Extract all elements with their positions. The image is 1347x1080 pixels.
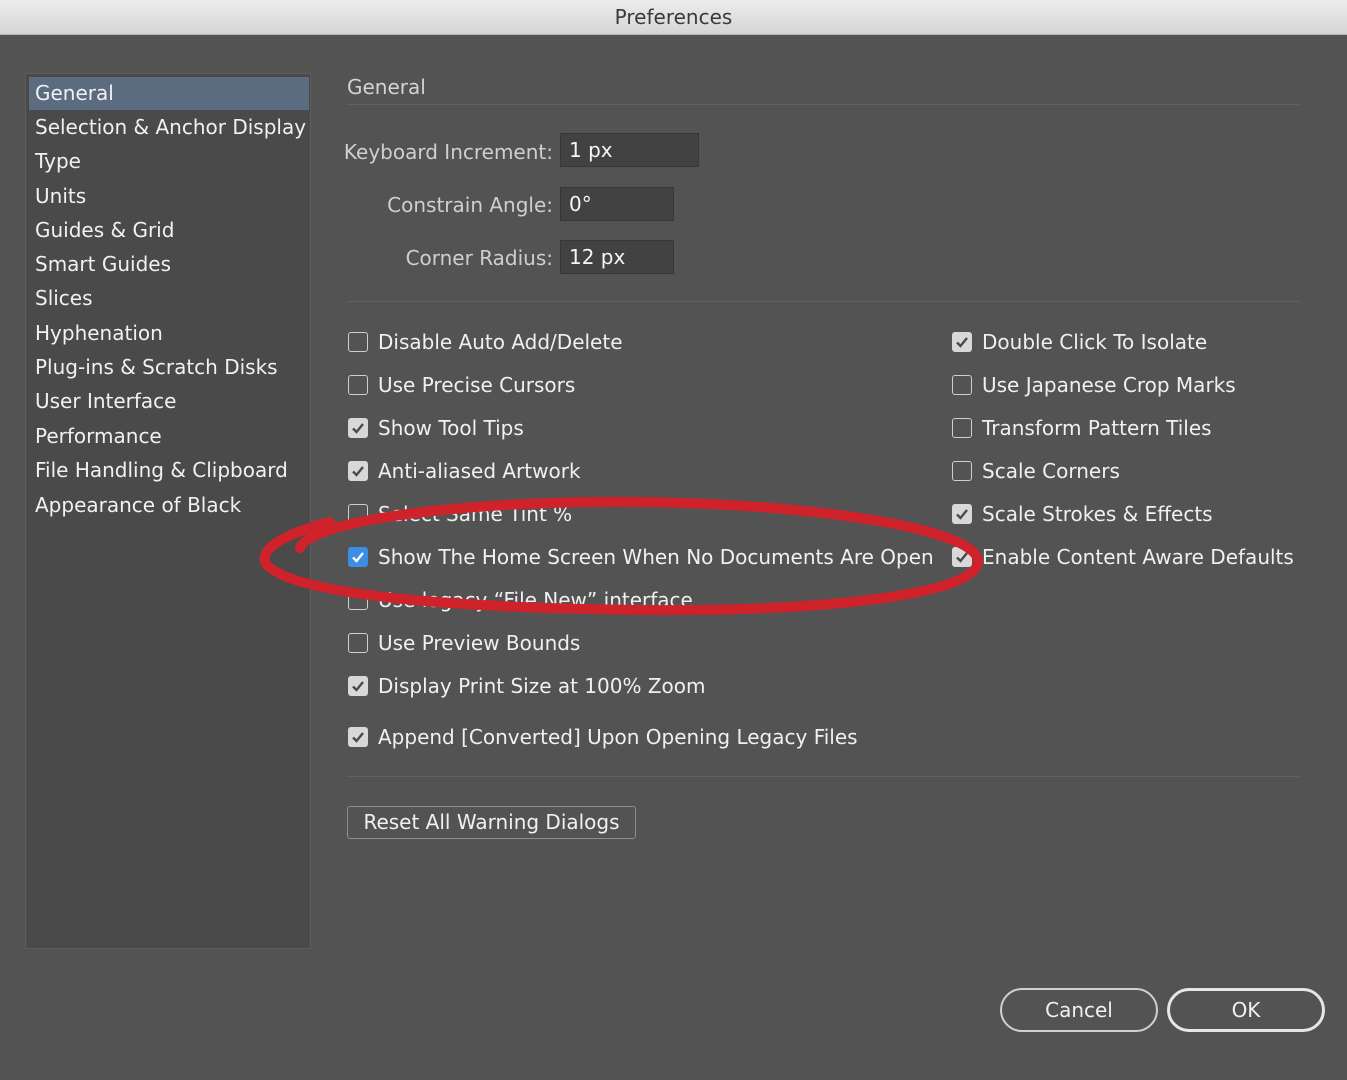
- enable-content-aware-defaults-option[interactable]: Enable Content Aware Defaults: [952, 542, 1294, 572]
- double-click-to-isolate-option[interactable]: Double Click To Isolate: [952, 327, 1207, 357]
- option-label: Use Precise Cursors: [378, 373, 576, 397]
- option-label: Select Same Tint %: [378, 502, 573, 526]
- checkbox[interactable]: [348, 547, 368, 567]
- checkbox[interactable]: [348, 676, 368, 696]
- option-label: Scale Corners: [982, 459, 1120, 483]
- divider: [347, 104, 1300, 105]
- sidebar-item-plugins-scratch-disks[interactable]: Plug-ins & Scratch Disks: [29, 351, 309, 384]
- checkbox[interactable]: [348, 461, 368, 481]
- sidebar-item-hyphenation[interactable]: Hyphenation: [29, 317, 309, 350]
- checkbox[interactable]: [952, 461, 972, 481]
- preferences-sidebar: General Selection & Anchor Display Type …: [25, 73, 311, 949]
- checkmark-icon: [956, 509, 968, 520]
- option-label: Use legacy “File New” interface: [378, 588, 693, 612]
- option-label: Use Japanese Crop Marks: [982, 373, 1236, 397]
- checkmark-icon: [352, 732, 364, 743]
- window-title: Preferences: [0, 0, 1347, 35]
- sidebar-item-units[interactable]: Units: [29, 180, 309, 213]
- sidebar-item-smart-guides[interactable]: Smart Guides: [29, 248, 309, 281]
- option-label: Append [Converted] Upon Opening Legacy F…: [378, 725, 858, 749]
- sidebar-item-file-handling-clipboard[interactable]: File Handling & Clipboard: [29, 454, 309, 487]
- checkmark-icon: [956, 337, 968, 348]
- disable-auto-add-delete-option[interactable]: Disable Auto Add/Delete: [348, 327, 623, 357]
- checkmark-icon: [352, 466, 364, 477]
- option-label: Enable Content Aware Defaults: [982, 545, 1294, 569]
- checkmark-icon: [352, 552, 364, 563]
- scale-corners-option[interactable]: Scale Corners: [952, 456, 1120, 486]
- section-title: General: [347, 75, 426, 99]
- scale-strokes-effects-option[interactable]: Scale Strokes & Effects: [952, 499, 1213, 529]
- divider: [347, 776, 1300, 777]
- sidebar-item-slices[interactable]: Slices: [29, 282, 309, 315]
- constrain-angle-label: Constrain Angle:: [387, 193, 553, 217]
- ok-button[interactable]: OK: [1167, 988, 1325, 1032]
- sidebar-item-type[interactable]: Type: [29, 145, 309, 178]
- constrain-angle-input[interactable]: 0°: [560, 187, 674, 221]
- use-preview-bounds-option[interactable]: Use Preview Bounds: [348, 628, 580, 658]
- option-label: Display Print Size at 100% Zoom: [378, 674, 706, 698]
- reset-all-warning-dialogs-button[interactable]: Reset All Warning Dialogs: [347, 806, 636, 839]
- use-japanese-crop-marks-option[interactable]: Use Japanese Crop Marks: [952, 370, 1236, 400]
- option-label: Scale Strokes & Effects: [982, 502, 1213, 526]
- checkbox[interactable]: [348, 418, 368, 438]
- checkbox[interactable]: [348, 504, 368, 524]
- transform-pattern-tiles-option[interactable]: Transform Pattern Tiles: [952, 413, 1212, 443]
- option-label: Use Preview Bounds: [378, 631, 581, 655]
- option-label: Show The Home Screen When No Documents A…: [378, 545, 934, 569]
- show-tool-tips-option[interactable]: Show Tool Tips: [348, 413, 524, 443]
- display-print-size-option[interactable]: Display Print Size at 100% Zoom: [348, 671, 706, 701]
- checkbox[interactable]: [348, 375, 368, 395]
- checkbox[interactable]: [348, 727, 368, 747]
- append-converted-option[interactable]: Append [Converted] Upon Opening Legacy F…: [348, 722, 858, 752]
- checkbox[interactable]: [952, 418, 972, 438]
- sidebar-item-selection-anchor-display[interactable]: Selection & Anchor Display: [29, 111, 309, 144]
- keyboard-increment-input[interactable]: 1 px: [560, 133, 699, 167]
- checkbox[interactable]: [952, 332, 972, 352]
- sidebar-item-performance[interactable]: Performance: [29, 420, 309, 453]
- cancel-button[interactable]: Cancel: [1000, 988, 1158, 1032]
- corner-radius-label: Corner Radius:: [405, 246, 553, 270]
- checkmark-icon: [956, 552, 968, 563]
- use-legacy-file-new-option[interactable]: Use legacy “File New” interface: [348, 585, 693, 615]
- corner-radius-input[interactable]: 12 px: [560, 240, 674, 274]
- option-label: Transform Pattern Tiles: [982, 416, 1212, 440]
- sidebar-item-general[interactable]: General: [29, 77, 309, 110]
- sidebar-item-appearance-of-black[interactable]: Appearance of Black: [29, 489, 309, 522]
- checkbox[interactable]: [348, 332, 368, 352]
- use-precise-cursors-option[interactable]: Use Precise Cursors: [348, 370, 575, 400]
- keyboard-increment-label: Keyboard Increment:: [343, 140, 553, 164]
- option-label: Double Click To Isolate: [982, 330, 1208, 354]
- divider: [347, 301, 1300, 302]
- option-label: Show Tool Tips: [378, 416, 524, 440]
- option-label: Disable Auto Add/Delete: [378, 330, 623, 354]
- sidebar-item-guides-grid[interactable]: Guides & Grid: [29, 214, 309, 247]
- checkmark-icon: [352, 681, 364, 692]
- checkbox[interactable]: [952, 504, 972, 524]
- select-same-tint-option[interactable]: Select Same Tint %: [348, 499, 572, 529]
- checkmark-icon: [352, 423, 364, 434]
- show-home-screen-option[interactable]: Show The Home Screen When No Documents A…: [348, 542, 934, 572]
- anti-aliased-artwork-option[interactable]: Anti-aliased Artwork: [348, 456, 581, 486]
- checkbox[interactable]: [952, 547, 972, 567]
- checkbox[interactable]: [348, 590, 368, 610]
- option-label: Anti-aliased Artwork: [378, 459, 581, 483]
- checkbox[interactable]: [952, 375, 972, 395]
- sidebar-item-user-interface[interactable]: User Interface: [29, 385, 309, 418]
- checkbox[interactable]: [348, 633, 368, 653]
